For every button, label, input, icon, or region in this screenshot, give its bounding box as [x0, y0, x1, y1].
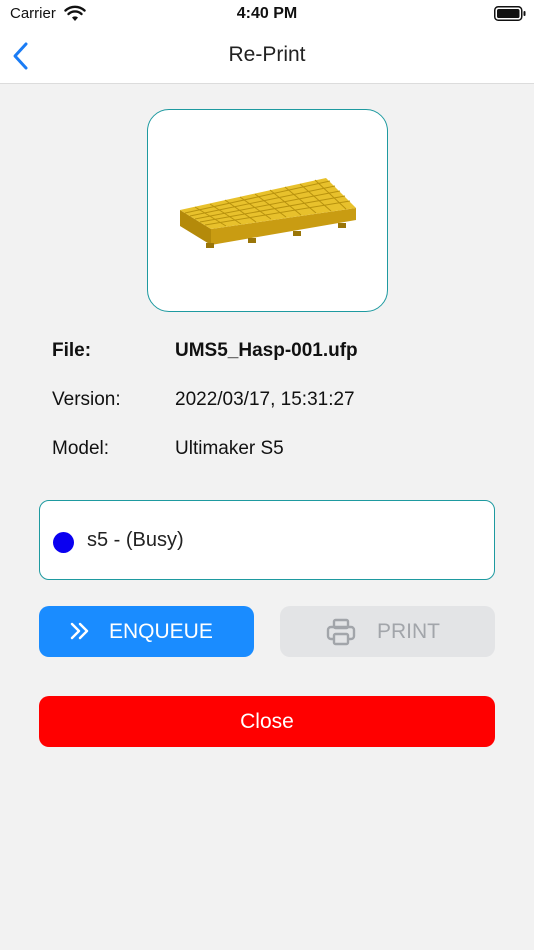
battery-icon	[494, 6, 526, 21]
printer-status-indicator	[53, 532, 74, 553]
printer-icon	[326, 618, 356, 646]
page-title: Re-Print	[228, 43, 306, 66]
enqueue-button[interactable]: ENQUEUE	[39, 606, 254, 657]
printer-select-value: s5 - (Busy)	[87, 529, 184, 551]
file-value: UMS5_Hasp-001.ufp	[175, 340, 358, 361]
navigation-bar: Re-Print	[0, 30, 534, 84]
model-preview	[147, 109, 388, 312]
model-value: Ultimaker S5	[175, 438, 284, 459]
enqueue-button-label: ENQUEUE	[109, 620, 213, 643]
double-chevron-right-icon	[70, 622, 89, 640]
close-button[interactable]: Close	[39, 696, 495, 747]
print-button[interactable]: PRINT	[280, 606, 495, 657]
model-thumbnail-image	[180, 178, 356, 248]
status-bar: Carrier 4:40 PM	[0, 0, 534, 30]
version-label: Version:	[52, 389, 121, 410]
print-button-label: PRINT	[377, 620, 440, 643]
version-value: 2022/03/17, 15:31:27	[175, 389, 355, 410]
model-label: Model:	[52, 438, 110, 459]
clock-time: 4:40 PM	[236, 5, 298, 22]
printer-select[interactable]: s5 - (Busy)	[39, 500, 495, 580]
file-label: File:	[52, 340, 92, 361]
